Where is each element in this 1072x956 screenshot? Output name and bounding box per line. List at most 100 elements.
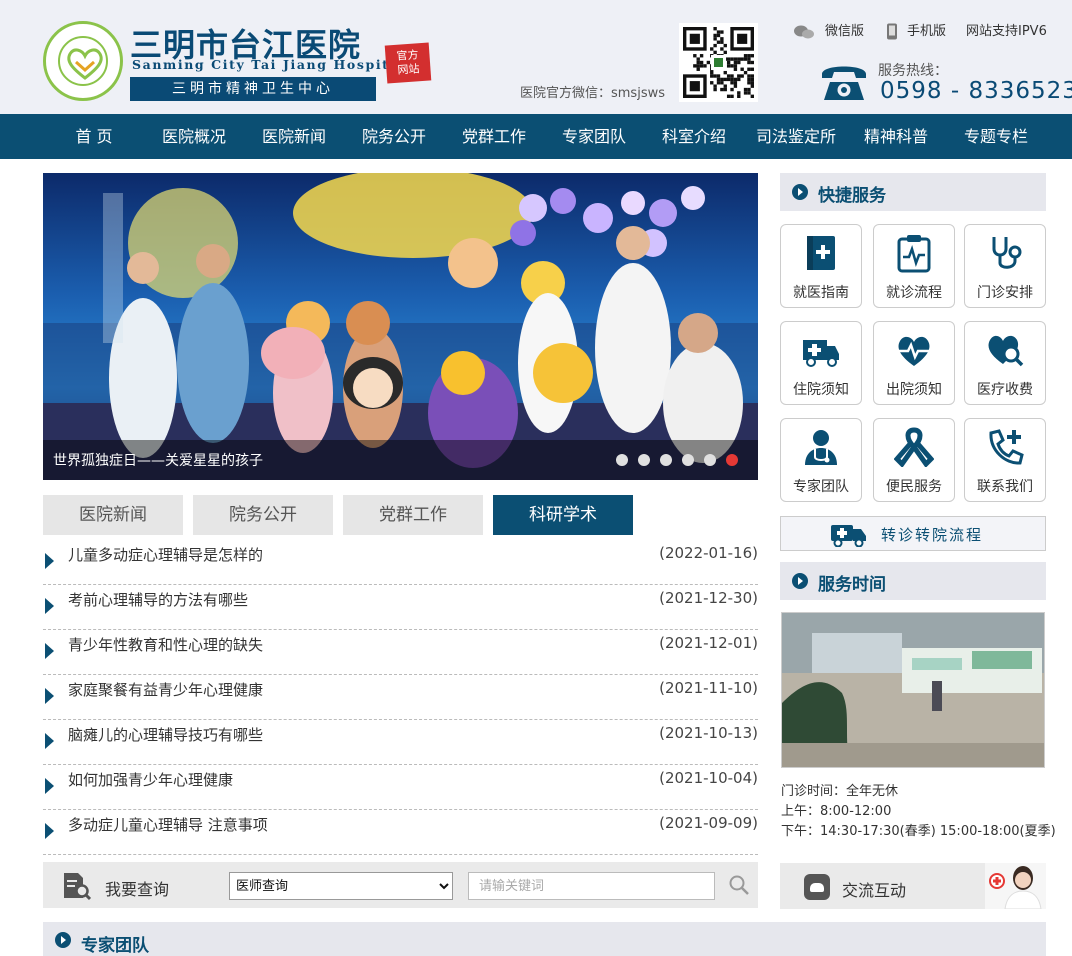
play-circle-icon: [792, 573, 808, 589]
news-item[interactable]: 如何加强青少年心理健康 (2021-10-04): [43, 765, 758, 810]
wechat-icon: [794, 25, 814, 39]
ambulance-truck-icon: [831, 525, 866, 547]
service-label: 就医指南: [793, 285, 849, 301]
service-label: 出院须知: [886, 382, 942, 398]
hours-line: 门诊时间：全年无休: [781, 784, 899, 799]
service-label: 门诊安排: [977, 285, 1033, 301]
carousel-dot[interactable]: [616, 454, 628, 466]
section-title: 服务时间: [818, 575, 886, 595]
carousel-dot[interactable]: [638, 454, 650, 466]
service-tile-guide[interactable]: 就医指南: [780, 224, 862, 308]
site-header: 三明市台江医院 Sanming City Tai Jiang Hospital …: [0, 0, 1072, 114]
stethoscope-icon: [992, 237, 1022, 269]
hotline-label: 服务热线：: [878, 63, 948, 79]
carousel-dot[interactable]: [704, 454, 716, 466]
hands-heart-icon: [67, 48, 103, 80]
heart-pulse-icon: [898, 336, 932, 366]
search-input[interactable]: [468, 872, 715, 900]
news-item[interactable]: 家庭聚餐有益青少年心理健康 (2021-11-10): [43, 675, 758, 720]
news-date: (2021-10-13): [659, 724, 758, 742]
news-title[interactable]: 儿童多动症心理辅导是怎样的: [68, 544, 263, 565]
news-item[interactable]: 考前心理辅导的方法有哪些 (2021-12-30): [43, 585, 758, 630]
service-tile-fees[interactable]: 医疗收费: [964, 321, 1046, 405]
news-title[interactable]: 考前心理辅导的方法有哪些: [68, 589, 248, 610]
phone-plus-icon: [989, 429, 1024, 465]
bullet-arrow-icon: [45, 733, 54, 749]
service-tile-visit-process[interactable]: 就诊流程: [873, 224, 955, 308]
qr-code-icon: [683, 27, 754, 98]
nav-forensic-institute[interactable]: 司法鉴定所: [744, 114, 848, 159]
service-tile-convenience[interactable]: 便民服务: [873, 418, 955, 502]
telephone-icon: [822, 66, 866, 100]
official-site-seal: 官方 网站: [384, 42, 432, 84]
exchange-interaction-button[interactable]: 交流互动: [780, 863, 1046, 909]
carousel-dot[interactable]: [682, 454, 694, 466]
news-date: (2021-12-01): [659, 634, 758, 652]
ribbon-icon: [894, 427, 934, 467]
tab-hospital-news[interactable]: 医院新闻: [43, 495, 183, 535]
search-type-select[interactable]: 医师查询: [229, 872, 453, 900]
nav-party-work[interactable]: 党群工作: [444, 114, 544, 159]
hospital-logo[interactable]: [43, 21, 123, 101]
ipv6-support-label: 网站支持IPV6: [966, 24, 1047, 39]
service-tile-contact[interactable]: 联系我们: [964, 418, 1046, 502]
nav-hospital-news[interactable]: 医院新闻: [244, 114, 344, 159]
section-title: 快捷服务: [818, 186, 886, 206]
nav-expert-team[interactable]: 专家团队: [544, 114, 644, 159]
play-circle-icon: [792, 184, 808, 200]
tab-hospital-affairs[interactable]: 院务公开: [193, 495, 333, 535]
search-icon[interactable]: [729, 875, 749, 895]
nav-mental-health-science[interactable]: 精神科普: [848, 114, 944, 159]
hotline-number[interactable]: 0598 - 8336523: [880, 78, 1072, 104]
news-title[interactable]: 多动症儿童心理辅导 注意事项: [68, 814, 268, 835]
hospital-subtitle: 三明市精神卫生中心: [130, 77, 376, 101]
news-title[interactable]: 家庭聚餐有益青少年心理健康: [68, 679, 263, 700]
expert-team-section-header: 专家团队: [43, 922, 1046, 956]
service-tile-experts[interactable]: 专家团队: [780, 418, 862, 502]
bullet-arrow-icon: [45, 553, 54, 569]
service-time-header: 服务时间: [780, 562, 1046, 600]
lobby-photo: [782, 613, 1044, 767]
news-item[interactable]: 脑瘫儿的心理辅导技巧有哪些 (2021-10-13): [43, 720, 758, 765]
nav-home[interactable]: 首 页: [44, 114, 144, 159]
service-label: 就诊流程: [886, 285, 942, 301]
nurse-image: [985, 863, 1046, 909]
carousel-dot[interactable]: [660, 454, 672, 466]
news-title[interactable]: 青少年性教育和性心理的缺失: [68, 634, 263, 655]
exchange-label: 交流互动: [842, 881, 907, 900]
news-item[interactable]: 青少年性教育和性心理的缺失 (2021-12-01): [43, 630, 758, 675]
banner-photo: [43, 173, 758, 480]
transfer-process-button[interactable]: 转诊转院流程: [780, 516, 1046, 551]
bullet-arrow-icon: [45, 823, 54, 839]
doctor-icon: [805, 430, 837, 465]
banner-caption[interactable]: 世界孤独症日——关爱星星的孩子: [53, 450, 263, 470]
search-label: 我要查询: [105, 880, 170, 899]
wechat-account-label: 医院官方微信：smsjsws: [520, 86, 665, 101]
nav-hospital-affairs[interactable]: 院务公开: [344, 114, 444, 159]
carousel-dot-active[interactable]: [726, 454, 738, 466]
hospital-name-english: Sanming City Tai Jiang Hospital: [132, 57, 406, 72]
service-tile-admission[interactable]: 住院须知: [780, 321, 862, 405]
service-tile-discharge[interactable]: 出院须知: [873, 321, 955, 405]
nav-hospital-overview[interactable]: 医院概况: [144, 114, 244, 159]
bullet-arrow-icon: [45, 598, 54, 614]
banner-caption-bar: 世界孤独症日——关爱星星的孩子: [43, 440, 758, 480]
news-date: (2021-10-04): [659, 769, 758, 787]
news-title[interactable]: 如何加强青少年心理健康: [68, 769, 233, 790]
section-title[interactable]: 专家团队: [81, 931, 149, 956]
news-date: (2021-12-30): [659, 589, 758, 607]
news-item[interactable]: 儿童多动症心理辅导是怎样的 (2022-01-16): [43, 540, 758, 585]
wechat-qr-code: [679, 23, 758, 102]
news-title[interactable]: 脑瘫儿的心理辅导技巧有哪些: [68, 724, 263, 745]
cloud-chat-icon: [804, 874, 830, 900]
banner-carousel[interactable]: 世界孤独症日——关爱星星的孩子: [43, 173, 758, 480]
clipboard-pulse-icon: [897, 235, 931, 273]
tab-research[interactable]: 科研学术: [493, 495, 633, 535]
ambulance-icon: [803, 340, 839, 367]
tab-party-work[interactable]: 党群工作: [343, 495, 483, 535]
service-tile-clinic-schedule[interactable]: 门诊安排: [964, 224, 1046, 308]
nav-special-topics[interactable]: 专题专栏: [944, 114, 1048, 159]
nav-departments[interactable]: 科室介绍: [644, 114, 744, 159]
news-item[interactable]: 多动症儿童心理辅导 注意事项 (2021-09-09): [43, 810, 758, 855]
bullet-arrow-icon: [45, 643, 54, 659]
